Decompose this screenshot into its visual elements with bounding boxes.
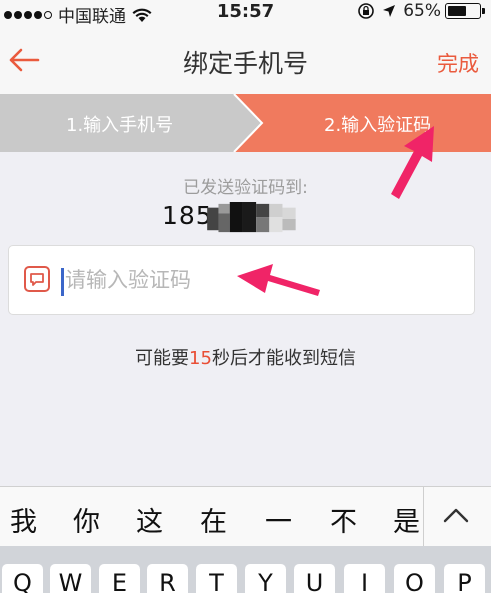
hint-suffix: 秒后才能收到短信: [211, 348, 356, 369]
verification-code-field[interactable]: [8, 245, 475, 315]
sms-wait-hint: 可能要15秒后才能收到短信: [0, 344, 491, 370]
done-button[interactable]: 完成: [437, 48, 479, 78]
candidate-divider: [423, 487, 424, 547]
key-t[interactable]: T: [196, 564, 237, 593]
hint-prefix: 可能要: [135, 348, 190, 369]
nav-bar: 绑定手机号 完成: [0, 26, 491, 94]
key-y[interactable]: Y: [245, 564, 286, 593]
candidate-word[interactable]: 我: [10, 500, 37, 539]
chevron-up-icon[interactable]: [439, 501, 473, 531]
candidate-word[interactable]: 一: [265, 500, 292, 539]
battery-icon: [445, 3, 485, 19]
battery-percent: 65%: [403, 1, 441, 21]
masked-phone-digits: [207, 202, 296, 233]
key-u[interactable]: U: [294, 564, 335, 593]
key-i[interactable]: I: [344, 564, 385, 593]
battery-fill: [448, 6, 466, 16]
hint-seconds: 15: [189, 348, 212, 369]
step-1-label: 1.输入手机号: [66, 115, 174, 136]
step-2-label: 2.输入验证码: [324, 115, 432, 136]
candidate-word[interactable]: 在: [200, 500, 227, 539]
key-e[interactable]: E: [99, 564, 140, 593]
status-bar: 中国联通 15:57 65%: [0, 0, 491, 27]
step-indicator: 1.输入手机号 2.输入验证码: [0, 94, 491, 152]
keyboard-letters-row: Q W E R T Y U I O P: [0, 546, 491, 593]
status-right: 65%: [350, 1, 485, 21]
key-r[interactable]: R: [147, 564, 188, 593]
verification-code-input[interactable]: [65, 260, 365, 300]
candidate-word[interactable]: 是: [393, 500, 420, 539]
candidate-word[interactable]: 不: [330, 500, 357, 539]
location-arrow-icon: [383, 5, 396, 17]
key-o[interactable]: O: [394, 564, 435, 593]
ime-candidate-bar: 我 你 这 在 一 不 是: [0, 486, 491, 547]
key-q[interactable]: Q: [2, 564, 43, 593]
text-cursor: [61, 268, 64, 296]
rotation-lock-icon: [358, 3, 375, 19]
code-sent-label: 已发送验证码到:: [183, 178, 308, 198]
key-w[interactable]: W: [50, 564, 91, 593]
sms-icon: [24, 266, 50, 292]
key-p[interactable]: P: [444, 564, 485, 593]
candidate-word[interactable]: 你: [73, 500, 100, 539]
page-title: 绑定手机号: [182, 49, 308, 78]
candidate-word[interactable]: 这: [136, 500, 163, 539]
